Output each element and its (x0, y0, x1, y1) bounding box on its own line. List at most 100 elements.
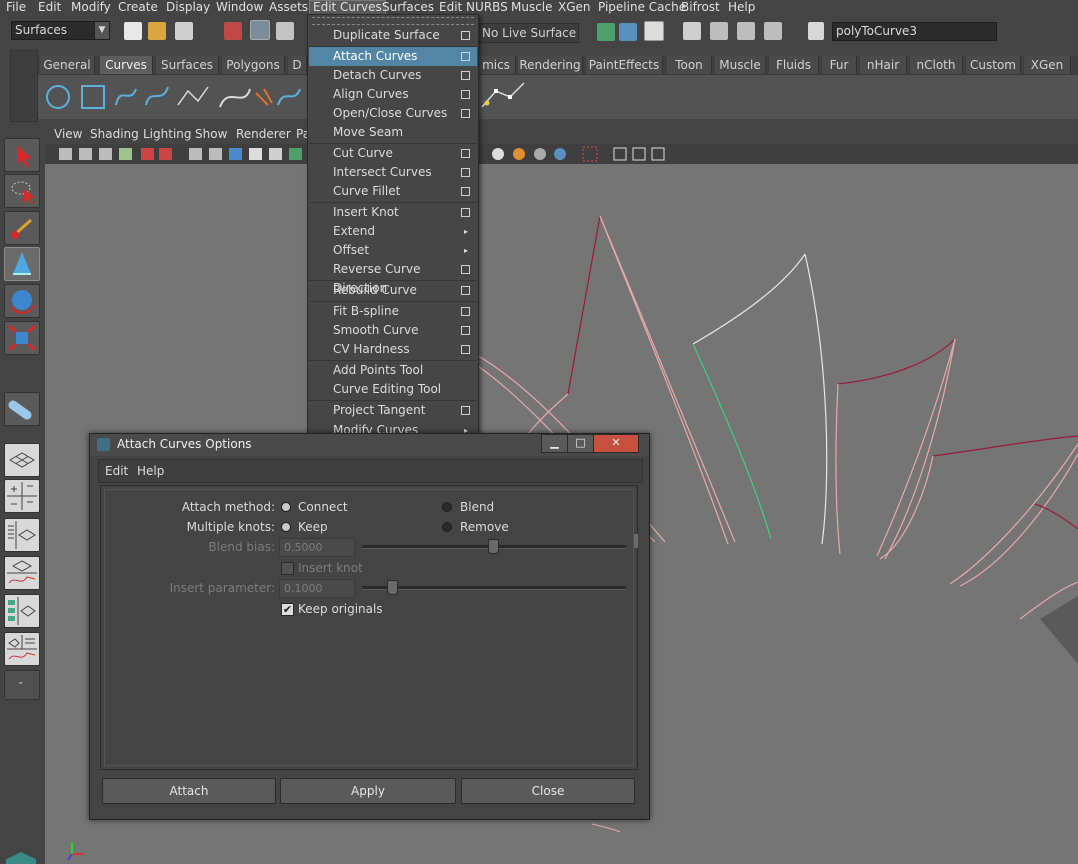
option-box-icon[interactable] (461, 31, 470, 40)
option-box-icon[interactable] (461, 208, 470, 217)
radio-keep-label[interactable]: Keep (298, 520, 328, 534)
menu-item-smooth-curve[interactable]: Smooth Curve (309, 321, 477, 340)
keep-originals-label[interactable]: Keep originals (298, 602, 383, 616)
option-box-icon[interactable] (461, 187, 470, 196)
radio-keep[interactable] (281, 522, 291, 532)
more-layouts-button[interactable]: ⌄ (4, 670, 40, 700)
shelf-tab-surfaces[interactable]: Surfaces (156, 56, 219, 74)
maximize-button[interactable]: □ (567, 434, 594, 453)
panel-toolbar-icons-right[interactable] (490, 144, 690, 164)
shelf-tab-painteffects[interactable]: PaintEffects (586, 56, 663, 74)
shelf-tab-toon[interactable]: Toon (667, 56, 712, 74)
panel-menu-lighting[interactable]: Lighting (143, 127, 192, 141)
menu-window[interactable]: Window (216, 0, 263, 15)
option-box-icon[interactable] (461, 286, 470, 295)
option-box-icon[interactable] (461, 168, 470, 177)
apply-button[interactable]: Apply (280, 778, 456, 804)
option-box-icon[interactable] (461, 71, 470, 80)
layout-outliner-persp-button[interactable] (4, 518, 40, 552)
shelf-tab-polygons[interactable]: Polygons (222, 56, 285, 74)
scale-tool-button[interactable] (4, 321, 40, 355)
select-component-icon[interactable] (276, 22, 294, 40)
panel-menu-shading[interactable]: Shading (90, 127, 139, 141)
option-box-icon[interactable] (461, 406, 470, 415)
blend-bias-slider-thumb[interactable] (488, 539, 499, 554)
modeling-toolkit-icon[interactable] (764, 22, 782, 40)
layout-four-panes-button[interactable] (4, 479, 40, 513)
menu-xgen[interactable]: XGen (558, 0, 591, 15)
menu-create[interactable]: Create (118, 0, 158, 15)
shelf-tab-fur[interactable]: Fur (822, 56, 857, 74)
radio-connect[interactable] (281, 502, 291, 512)
shelf-tab-xgen[interactable]: XGen (1024, 56, 1071, 74)
menu-item-rebuild-curve[interactable]: Rebuild Curve (309, 281, 477, 300)
menu-assets[interactable]: Assets (269, 0, 308, 15)
menu-item-fit-b-spline[interactable]: Fit B-spline (309, 302, 477, 321)
shelf-tab-nhair[interactable]: nHair (860, 56, 907, 74)
layout-persp-graph-hyper-button[interactable] (4, 632, 40, 666)
lasso-tool-button[interactable] (4, 174, 40, 208)
menu-item-cut-curve[interactable]: Cut Curve (309, 144, 477, 163)
shelf-tab-general[interactable]: General (40, 56, 95, 74)
insert-knot-checkbox[interactable] (281, 562, 294, 575)
panel-toolbar-icons-left[interactable] (45, 144, 305, 164)
dialog-menu-edit[interactable]: Edit (105, 464, 128, 478)
save-scene-icon[interactable] (175, 22, 193, 40)
paint-select-tool-button[interactable] (4, 211, 40, 245)
new-scene-icon[interactable] (124, 22, 142, 40)
menu-display[interactable]: Display (166, 0, 210, 15)
select-tool-button[interactable] (4, 138, 40, 172)
radio-remove-label[interactable]: Remove (460, 520, 509, 534)
channel-box-icon[interactable] (737, 22, 755, 40)
panel-menu-show[interactable]: Show (195, 127, 227, 141)
option-box-icon[interactable] (461, 345, 470, 354)
name-filter-icon[interactable] (808, 22, 824, 40)
radio-blend[interactable] (442, 502, 452, 512)
layout-hypershade-persp-button[interactable] (4, 594, 40, 628)
insert-parameter-field[interactable]: 0.1000 (279, 579, 355, 598)
menu-item-detach-curves[interactable]: Detach Curves (309, 66, 477, 85)
layout-persp-graph-button[interactable] (4, 556, 40, 590)
option-box-icon[interactable] (461, 52, 470, 61)
keep-originals-checkbox[interactable]: ✔ (281, 603, 294, 616)
insert-parameter-slider-thumb[interactable] (387, 580, 398, 595)
menu-item-open-close-curves[interactable]: Open/Close Curves (309, 104, 477, 123)
shelf-tab-ncloth[interactable]: nCloth (910, 56, 963, 74)
menu-item-duplicate-surface-curves[interactable]: Duplicate Surface Curves (309, 26, 477, 61)
radio-remove[interactable] (442, 522, 452, 532)
panel-menu-view[interactable]: View (54, 127, 82, 141)
layout-single-perspective-button[interactable] (4, 443, 40, 477)
insert-parameter-slider[interactable] (362, 586, 626, 590)
object-name-field[interactable]: polyToCurve3 (832, 22, 997, 41)
move-tool-button[interactable] (4, 247, 40, 281)
menu-item-cv-hardness[interactable]: CV Hardness (309, 340, 477, 359)
option-box-icon[interactable] (461, 90, 470, 99)
option-box-icon[interactable] (461, 265, 470, 274)
menu-item-reverse-curve-direction[interactable]: Reverse Curve Direction (309, 260, 477, 295)
menu-edit-curves[interactable]: Edit Curves (309, 0, 386, 15)
menu-item-attach-curves[interactable]: Attach Curves (309, 47, 477, 66)
menu-item-insert-knot[interactable]: Insert Knot (309, 203, 477, 222)
live-surface-field[interactable]: No Live Surface (477, 23, 579, 43)
menu-item-offset[interactable]: Offset ▸ (309, 241, 477, 260)
blend-bias-field[interactable]: 0.5000 (279, 538, 355, 557)
minimize-button[interactable]: ▁ (541, 434, 568, 453)
option-box-icon[interactable] (461, 307, 470, 316)
attach-button[interactable]: Attach (102, 778, 276, 804)
menu-item-curve-editing-tool[interactable]: Curve Editing Tool (309, 380, 477, 399)
menu-item-project-tangent[interactable]: Project Tangent (309, 401, 477, 420)
menu-set-dropdown[interactable]: Surfaces ▼ (11, 21, 110, 40)
shelf-tab-fluids[interactable]: Fluids (769, 56, 819, 74)
last-tool-button[interactable] (4, 392, 40, 426)
menu-modify[interactable]: Modify (71, 0, 111, 15)
tool-settings-icon[interactable] (710, 22, 728, 40)
open-scene-icon[interactable] (148, 22, 166, 40)
dialog-scroll-grip[interactable] (634, 534, 638, 548)
menu-item-intersect-curves[interactable]: Intersect Curves (309, 163, 477, 182)
shelf-tab-custom[interactable]: Custom (966, 56, 1021, 74)
menu-item-add-points-tool[interactable]: Add Points Tool (309, 361, 477, 380)
select-object-icon[interactable] (250, 20, 270, 40)
menu-pipeline-cache[interactable]: Pipeline Cache (598, 0, 686, 15)
radio-connect-label[interactable]: Connect (298, 500, 348, 514)
menu-surfaces[interactable]: Surfaces (382, 0, 434, 15)
